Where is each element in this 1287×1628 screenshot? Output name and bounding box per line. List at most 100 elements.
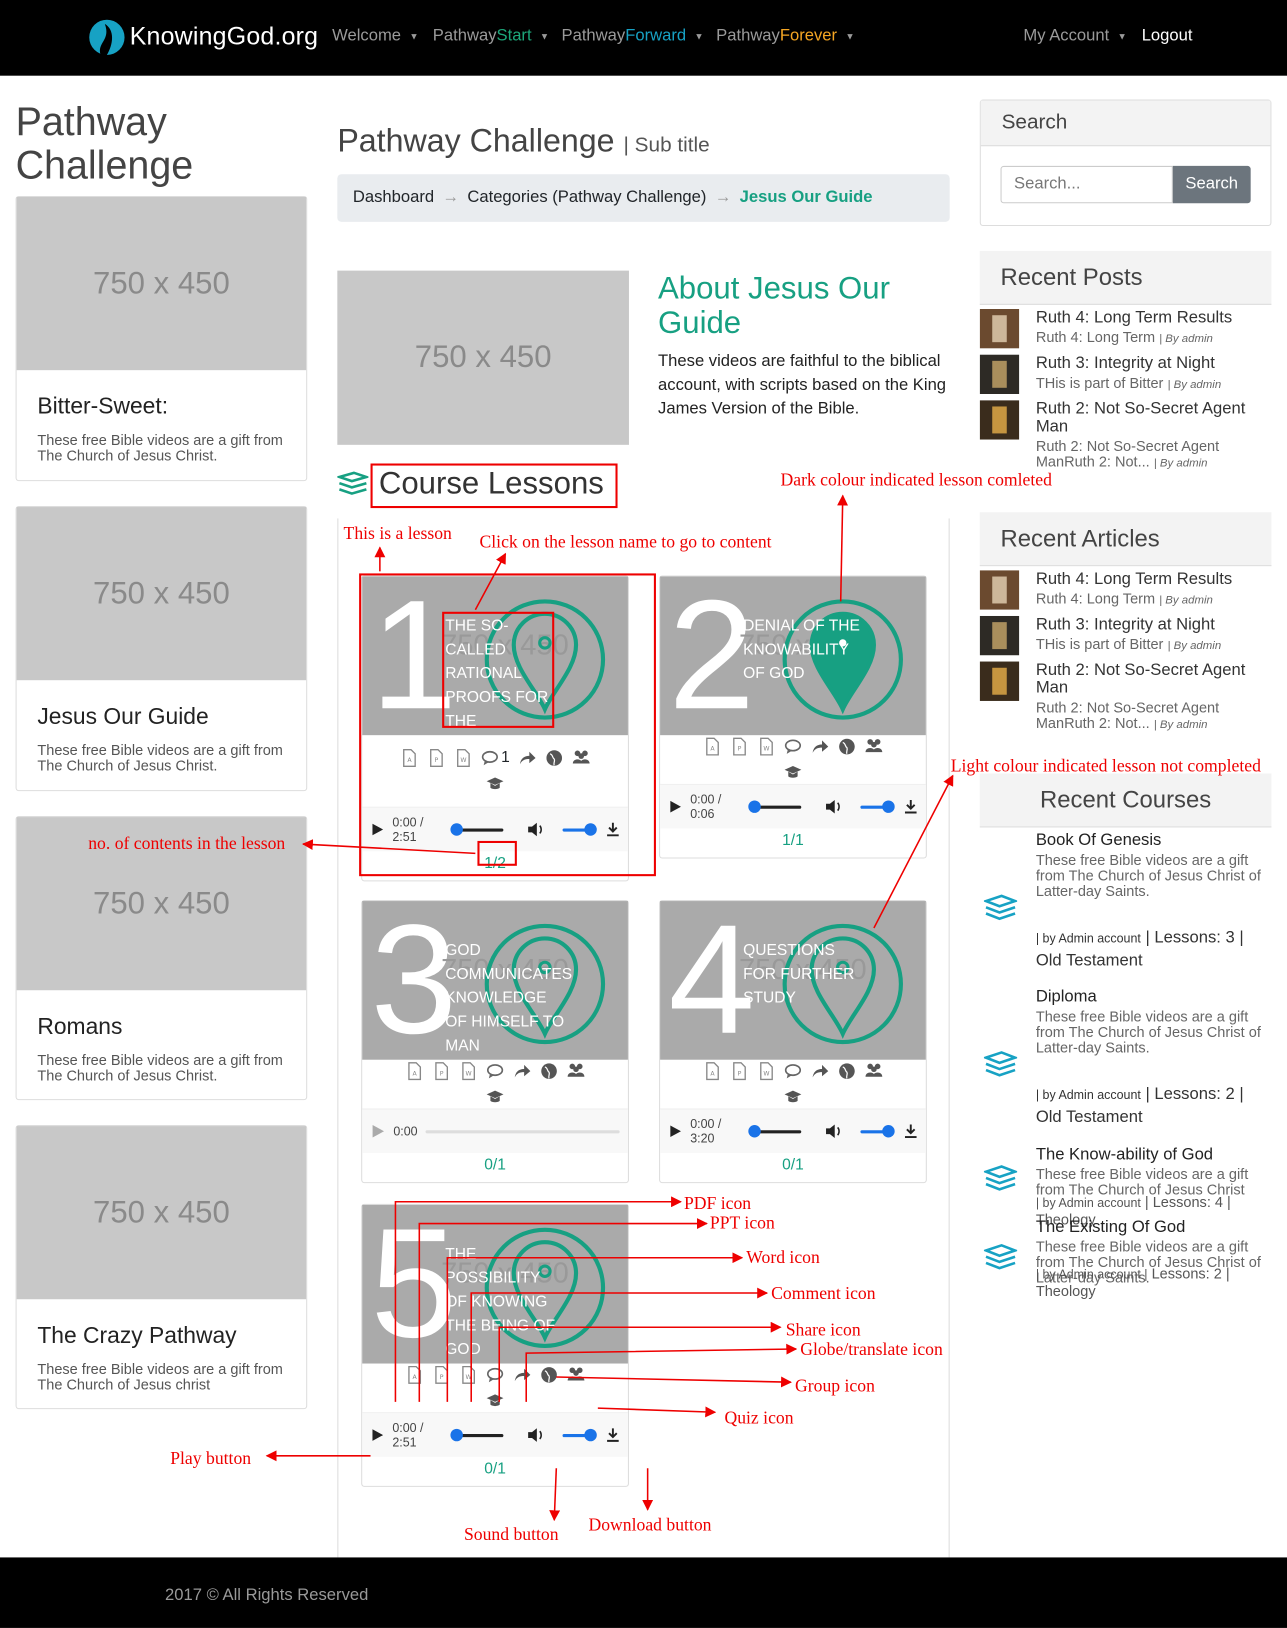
globe-icon[interactable] xyxy=(540,1365,559,1384)
svg-text:W: W xyxy=(763,1070,769,1077)
globe-icon[interactable] xyxy=(838,737,857,756)
play-icon[interactable] xyxy=(668,1124,682,1139)
course-title[interactable]: The Know-ability of God xyxy=(1036,1146,1213,1165)
about-text: These videos are faithful to the biblica… xyxy=(658,352,947,418)
annotation-ppt: PPT icon xyxy=(709,1213,775,1233)
sidebar-course-card[interactable]: 750 x 450 Bitter-Sweet: These free Bible… xyxy=(15,195,308,482)
word-icon[interactable]: W xyxy=(459,1365,478,1384)
group-icon[interactable] xyxy=(865,737,884,756)
comment-icon[interactable] xyxy=(784,1061,803,1080)
card-title[interactable]: Jesus Our Guide xyxy=(37,703,306,730)
download-icon[interactable] xyxy=(904,1123,918,1140)
audio-seek-bar[interactable] xyxy=(450,1428,504,1441)
lesson-content-count: 1/1 xyxy=(782,831,804,850)
globe-icon[interactable] xyxy=(540,1061,559,1080)
lesson-card: 3 750 x 450 GOD COMMUNICATES KNOWLEDGE O… xyxy=(361,900,629,1184)
nav-pathway-forward[interactable]: PathwayForward ▼ xyxy=(562,27,704,46)
card-title[interactable]: The Crazy Pathway xyxy=(37,1322,306,1349)
course-title[interactable]: Diploma xyxy=(1036,988,1097,1007)
sidebar-course-card[interactable]: 750 x 450 Romans These free Bible videos… xyxy=(15,816,308,1101)
group-icon[interactable] xyxy=(567,1365,586,1384)
play-icon[interactable] xyxy=(668,799,682,814)
course-title[interactable]: The Existing Of God xyxy=(1036,1218,1186,1237)
post-title[interactable]: Ruth 4: Long Term Results xyxy=(1036,570,1264,588)
sidebar-title: Pathway Challenge xyxy=(15,100,194,188)
pdf-icon[interactable]: A xyxy=(405,1365,424,1384)
chevron-down-icon: ▼ xyxy=(409,31,419,42)
play-icon[interactable] xyxy=(371,1428,385,1443)
nav-welcome[interactable]: Welcome ▼ xyxy=(332,27,418,46)
svg-text:W: W xyxy=(466,1374,472,1381)
post-thumbnail xyxy=(979,661,1020,701)
sidebar-course-card[interactable]: 750 x 450 Jesus Our Guide These free Bib… xyxy=(15,506,308,792)
lesson-title-link[interactable]: GOD COMMUNICATES KNOWLEDGE OF HIMSELF TO… xyxy=(445,938,572,1057)
volume-icon[interactable] xyxy=(825,1122,844,1141)
volume-icon[interactable] xyxy=(825,797,844,816)
search-button[interactable]: Search xyxy=(1172,165,1251,204)
comment-icon[interactable] xyxy=(784,737,803,756)
share-icon[interactable] xyxy=(811,737,830,756)
breadcrumb-categories[interactable]: Categories (Pathway Challenge) xyxy=(467,189,706,208)
globe-icon[interactable] xyxy=(838,1061,857,1080)
play-icon[interactable] xyxy=(371,1124,386,1139)
nav-pathway-forever[interactable]: PathwayForever ▼ xyxy=(716,27,854,46)
card-text: These free Bible videos are a gift from … xyxy=(37,1360,283,1393)
ppt-icon[interactable]: P xyxy=(432,1365,451,1384)
lesson-title-link[interactable]: THE POSSIBILITY OF KNOWING THE BEING OF … xyxy=(445,1242,564,1361)
pdf-icon[interactable]: A xyxy=(703,1061,722,1080)
post-item[interactable]: Ruth 2: Not So-Secret Agent Man Ruth 2: … xyxy=(979,661,1272,731)
pdf-icon[interactable]: A xyxy=(703,737,722,756)
word-icon[interactable]: W xyxy=(757,737,776,756)
sidebar-course-card[interactable]: 750 x 450 The Crazy Pathway These free B… xyxy=(15,1125,308,1410)
post-title[interactable]: Ruth 3: Integrity at Night xyxy=(1036,616,1264,634)
nav-my-account[interactable]: My Account ▼ xyxy=(1023,27,1126,46)
post-title[interactable]: Ruth 2: Not So-Secret Agent Man xyxy=(1036,400,1264,435)
course-title[interactable]: Book Of Genesis xyxy=(1036,832,1162,851)
card-text: These free Bible videos are a gift from … xyxy=(37,741,283,774)
word-icon[interactable]: W xyxy=(757,1061,776,1080)
post-item[interactable]: Ruth 2: Not So-Secret Agent Man Ruth 2: … xyxy=(979,400,1272,470)
volume-icon[interactable] xyxy=(527,1426,546,1445)
share-icon[interactable] xyxy=(513,1365,532,1384)
pdf-icon[interactable]: A xyxy=(405,1061,424,1080)
quiz-icon[interactable] xyxy=(486,1392,505,1411)
breadcrumb-dashboard[interactable]: Dashboard xyxy=(353,189,434,208)
quiz-icon[interactable] xyxy=(784,764,803,783)
top-navbar: KnowingGod.org Welcome ▼ PathwayStart ▼ … xyxy=(0,0,1287,76)
download-icon[interactable] xyxy=(904,798,918,815)
comment-icon[interactable] xyxy=(486,1061,505,1080)
search-input[interactable]: Search... xyxy=(1000,165,1173,204)
ppt-icon[interactable]: P xyxy=(730,737,749,756)
audio-seek-bar[interactable] xyxy=(748,1124,802,1137)
card-title[interactable]: Romans xyxy=(37,1013,306,1040)
ppt-icon[interactable]: P xyxy=(730,1061,749,1080)
audio-player: 0:00 xyxy=(362,1109,628,1154)
svg-text:P: P xyxy=(738,745,742,752)
volume-slider[interactable] xyxy=(860,1124,895,1137)
audio-seek-bar[interactable] xyxy=(748,799,802,813)
share-icon[interactable] xyxy=(811,1061,830,1080)
quiz-icon[interactable] xyxy=(784,1088,803,1107)
volume-slider[interactable] xyxy=(860,799,895,813)
post-title[interactable]: Ruth 4: Long Term Results xyxy=(1036,309,1264,327)
ppt-icon[interactable]: P xyxy=(432,1061,451,1080)
group-icon[interactable] xyxy=(865,1061,884,1080)
brand-name: KnowingGod.org xyxy=(129,22,319,51)
post-title[interactable]: Ruth 2: Not So-Secret Agent Man xyxy=(1036,662,1264,697)
quiz-icon[interactable] xyxy=(486,1088,505,1107)
card-title[interactable]: Bitter-Sweet: xyxy=(37,393,306,420)
audio-seek-bar[interactable] xyxy=(425,1129,620,1133)
word-icon[interactable]: W xyxy=(459,1061,478,1080)
download-icon[interactable] xyxy=(606,1427,620,1444)
brand-link[interactable]: KnowingGod.org xyxy=(88,17,318,58)
nav-logout[interactable]: Logout xyxy=(1142,27,1193,46)
group-icon[interactable] xyxy=(567,1061,586,1080)
share-icon[interactable] xyxy=(513,1061,532,1080)
comment-icon[interactable] xyxy=(486,1365,505,1384)
lesson-title-link[interactable]: DENIAL OF THE KNOWABILITY OF GOD xyxy=(743,614,862,686)
annotation-this-is-lesson: This is a lesson xyxy=(343,523,452,544)
nav-pathway-start[interactable]: PathwayStart ▼ xyxy=(433,27,549,46)
volume-slider[interactable] xyxy=(562,1428,597,1441)
post-title[interactable]: Ruth 3: Integrity at Night xyxy=(1036,355,1264,373)
lesson-title-link[interactable]: QUESTIONS FOR FURTHER STUDY xyxy=(743,938,862,1010)
